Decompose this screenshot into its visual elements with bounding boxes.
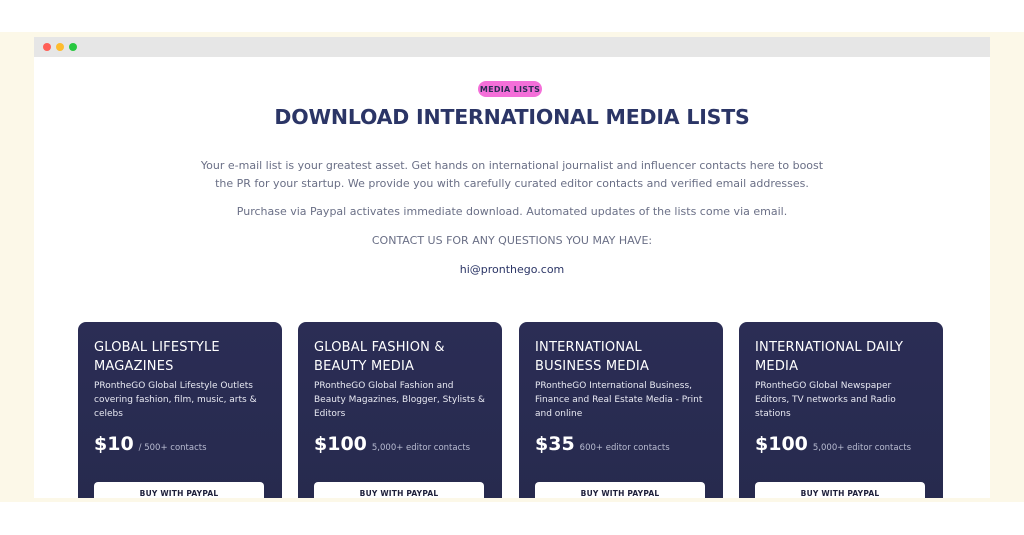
price-row: $100 5,000+ editor contacts [755,433,927,459]
page-content: MEDIA LISTS DOWNLOAD INTERNATIONAL MEDIA… [34,57,990,498]
card-price: $100 [314,433,367,455]
buy-with-paypal-button[interactable]: BUY WITH PAYPAL [314,482,484,498]
media-lists-badge: MEDIA LISTS [478,81,542,97]
product-card-daily-media: INTERNATIONAL DAILY MEDIA PRontheGO Glob… [739,322,943,498]
buy-with-paypal-button[interactable]: BUY WITH PAYPAL [535,482,705,498]
maximize-window-dot-icon[interactable] [69,43,77,51]
card-price: $100 [755,433,808,455]
product-card-fashion-beauty: GLOBAL FASHION & BEAUTY MEDIA PRontheGO … [298,322,502,498]
card-title: INTERNATIONAL BUSINESS MEDIA [535,340,650,374]
card-title: INTERNATIONAL DAILY MEDIA [755,340,904,374]
card-price: $10 [94,433,134,455]
minimize-window-dot-icon[interactable] [56,43,64,51]
price-row: $35 600+ editor contacts [535,433,707,459]
browser-window: MEDIA LISTS DOWNLOAD INTERNATIONAL MEDIA… [34,37,990,498]
card-description: PRontheGO Global Lifestyle Outlets cover… [94,381,257,419]
card-title: GLOBAL FASHION & BEAUTY MEDIA [314,340,445,374]
product-card-lifestyle: GLOBAL LIFESTYLE MAGAZINES PRontheGO Glo… [78,322,282,498]
page-title: DOWNLOAD INTERNATIONAL MEDIA LISTS [274,105,750,129]
product-card-business: INTERNATIONAL BUSINESS MEDIA PRontheGO I… [519,322,723,498]
purchase-note: Purchase via Paypal activates immediate … [236,205,788,218]
browser-titlebar [34,37,990,57]
card-description: PRontheGO Global Newspaper Editors, TV n… [755,381,896,419]
intro-line-2: the PR for your startup. We provide you … [215,177,809,190]
card-contacts-count: 600+ editor contacts [579,443,670,453]
card-description: PRontheGO International Business, Financ… [535,381,703,419]
card-contacts-count: / 500+ contacts [138,443,207,453]
intro-paragraph: Your e-mail list is your greatest asset.… [34,157,990,193]
buy-with-paypal-button[interactable]: BUY WITH PAYPAL [94,482,264,498]
close-window-dot-icon[interactable] [43,43,51,51]
price-row: $100 5,000+ editor contacts [314,433,486,459]
card-price: $35 [535,433,575,455]
price-row: $10 / 500+ contacts [94,433,266,459]
intro-line-1: Your e-mail list is your greatest asset.… [200,159,824,172]
contact-heading: CONTACT US FOR ANY QUESTIONS YOU MAY HAV… [371,234,653,247]
contact-email-link[interactable]: hi@pronthego.com [34,261,990,279]
buy-with-paypal-button[interactable]: BUY WITH PAYPAL [755,482,925,498]
card-contacts-count: 5,000+ editor contacts [812,443,912,453]
card-title: GLOBAL LIFESTYLE MAGAZINES [94,340,220,374]
card-contacts-count: 5,000+ editor contacts [371,443,471,453]
card-description: PRontheGO Global Fashion and Beauty Maga… [314,381,485,419]
